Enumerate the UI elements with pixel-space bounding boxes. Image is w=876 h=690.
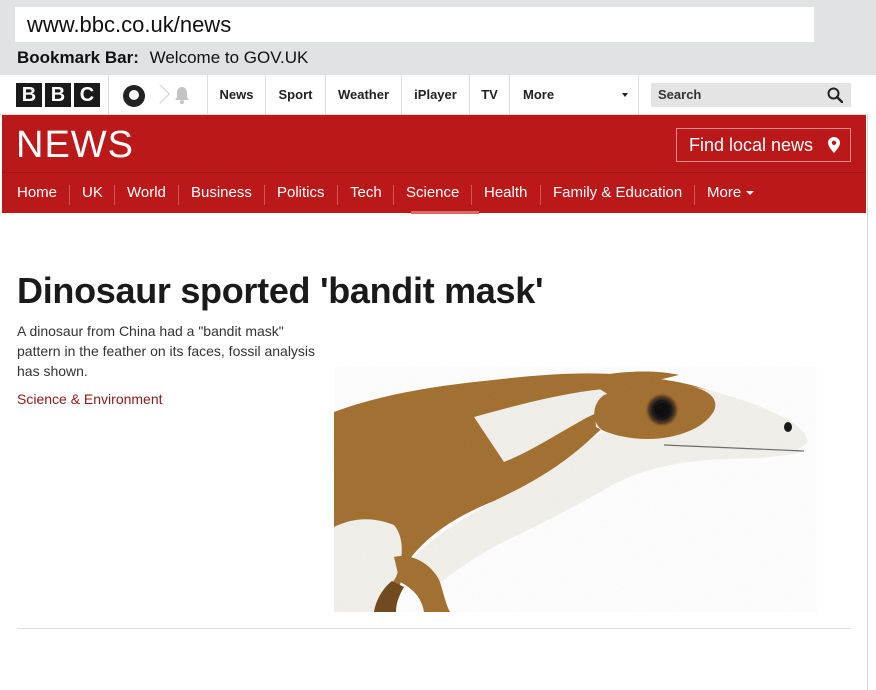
topnav-weather[interactable]: Weather (326, 75, 401, 115)
section-home[interactable]: Home (17, 173, 57, 213)
article-summary: A dinosaur from China had a "bandit mask… (17, 323, 316, 379)
topnav-sport[interactable]: Sport (266, 75, 325, 115)
article-headline[interactable]: Dinosaur sported 'bandit mask' (17, 271, 544, 311)
section-more[interactable]: More (707, 173, 755, 213)
bbc-logo-b1: B (16, 83, 42, 107)
section-divider (69, 185, 70, 205)
bbc-global-nav: B B C News Sport Weather iPlayer TV More… (0, 75, 868, 115)
topnav-tv[interactable]: TV (470, 75, 509, 115)
active-section-indicator (411, 211, 479, 214)
section-uk[interactable]: UK (82, 173, 103, 213)
url-bar[interactable]: www.bbc.co.uk/news (15, 7, 814, 42)
account-icon[interactable] (123, 85, 145, 107)
section-divider (264, 185, 265, 205)
search-icon[interactable] (827, 87, 843, 103)
find-local-news-button[interactable]: Find local news (676, 128, 851, 162)
section-more-label: More (707, 184, 742, 201)
dinosaur-illustration[interactable] (334, 367, 817, 612)
news-logo[interactable]: NEWS (16, 125, 134, 165)
section-divider (337, 185, 338, 205)
article-section-link[interactable]: Science & Environment (17, 391, 163, 407)
bookmark-gov-uk[interactable]: Welcome to GOV.UK (150, 48, 309, 67)
bbc-logo[interactable]: B B C (16, 83, 100, 107)
section-politics[interactable]: Politics (277, 173, 325, 213)
content-divider (17, 628, 851, 629)
location-pin-icon (828, 137, 840, 153)
bbc-logo-c: C (74, 83, 100, 107)
nav-divider (108, 75, 109, 115)
section-tech[interactable]: Tech (350, 173, 382, 213)
search-input[interactable]: Search (651, 83, 851, 107)
section-world[interactable]: World (127, 173, 166, 213)
section-divider (178, 185, 179, 205)
bookmark-bar: Bookmark Bar: Welcome to GOV.UK (17, 47, 308, 69)
section-divider (471, 185, 472, 205)
news-masthead: NEWS Find local news (2, 115, 866, 172)
section-science[interactable]: Science (406, 173, 459, 213)
section-divider (114, 185, 115, 205)
section-divider (393, 185, 394, 205)
section-health[interactable]: Health (484, 173, 527, 213)
nav-divider (638, 75, 639, 115)
section-business[interactable]: Business (191, 173, 252, 213)
section-divider (694, 185, 695, 205)
section-family-education[interactable]: Family & Education (553, 173, 682, 213)
topnav-more[interactable]: More (510, 75, 630, 115)
browser-chrome: www.bbc.co.uk/news Bookmark Bar: Welcome… (0, 0, 876, 75)
section-nav: Home UK World Business Politics Tech Sci… (2, 172, 866, 214)
caret-down-icon (746, 191, 755, 196)
caret-down-icon (622, 93, 628, 97)
nav-chevron-separator (150, 84, 170, 104)
bell-icon[interactable] (174, 86, 190, 104)
topnav-news[interactable]: News (208, 75, 265, 115)
topnav-iplayer[interactable]: iPlayer (402, 75, 469, 115)
page: B B C News Sport Weather iPlayer TV More… (0, 75, 868, 690)
section-divider (540, 185, 541, 205)
bookmark-bar-label: Bookmark Bar: (17, 48, 139, 67)
bbc-logo-b2: B (45, 83, 71, 107)
find-local-news-label: Find local news (689, 135, 814, 155)
search-placeholder: Search (658, 87, 702, 102)
